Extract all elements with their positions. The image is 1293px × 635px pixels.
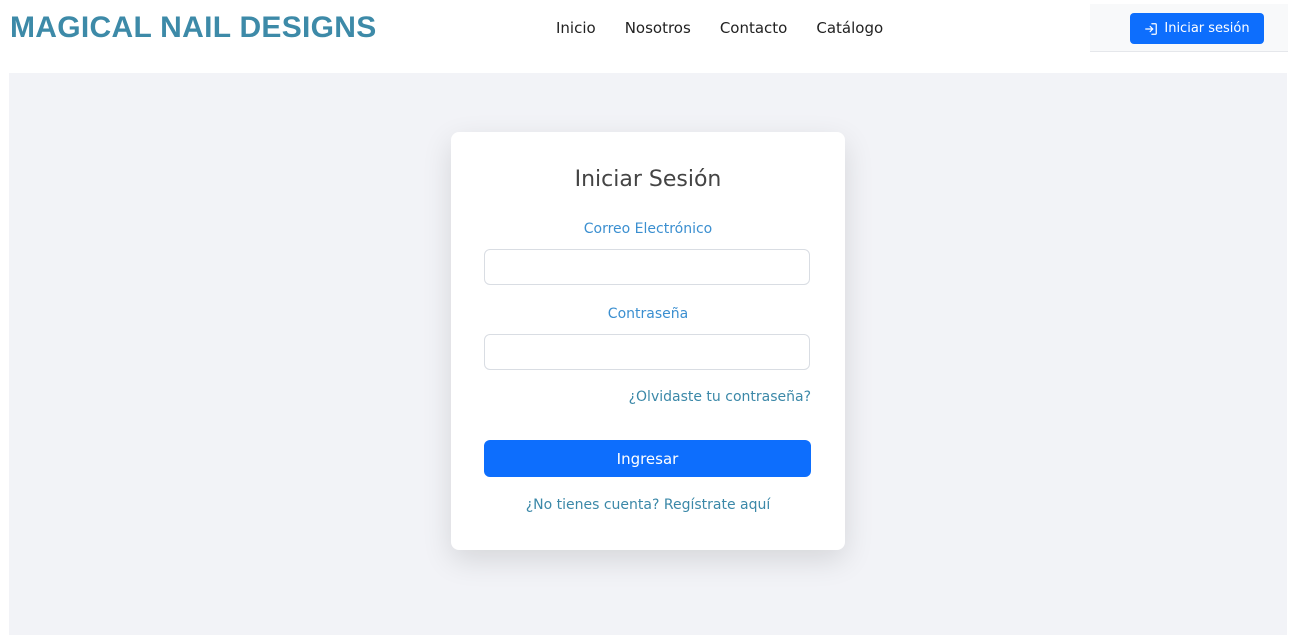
main-nav: Inicio Nosotros Contacto Catálogo (556, 17, 912, 39)
nav-item-contacto[interactable]: Contacto (720, 17, 788, 39)
forgot-password-link[interactable]: ¿Olvidaste tu contraseña? (629, 387, 811, 407)
login-icon (1144, 22, 1158, 36)
brand-logo[interactable]: MAGICAL NAIL DESIGNS (10, 10, 377, 46)
header-login-button[interactable]: Iniciar sesión (1130, 13, 1264, 44)
login-title: Iniciar Sesión (574, 167, 722, 192)
submit-button[interactable]: Ingresar (484, 440, 811, 477)
nav-item-nosotros[interactable]: Nosotros (625, 17, 691, 39)
register-link[interactable]: ¿No tienes cuenta? Regístrate aquí (451, 495, 845, 515)
password-field[interactable] (484, 334, 810, 370)
main-content: Iniciar Sesión Correo Electrónico Contra… (9, 73, 1287, 635)
site-header: MAGICAL NAIL DESIGNS Inicio Nosotros Con… (0, 0, 1293, 60)
email-field[interactable] (484, 249, 810, 285)
password-label: Contraseña (607, 306, 689, 322)
header-login-label: Iniciar sesión (1164, 21, 1250, 36)
email-label: Correo Electrónico (583, 221, 713, 237)
login-card: Iniciar Sesión Correo Electrónico Contra… (451, 132, 845, 550)
header-login-area: Iniciar sesión (1090, 4, 1288, 52)
nav-item-catalogo[interactable]: Catálogo (816, 17, 883, 39)
nav-item-inicio[interactable]: Inicio (556, 17, 596, 39)
